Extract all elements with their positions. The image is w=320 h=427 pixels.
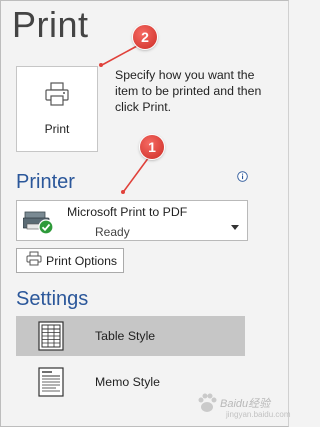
callout-badge-2: 2 [133,25,157,49]
paw-logo-icon [198,393,217,412]
table-style-label: Table Style [95,329,156,343]
table-style-option[interactable]: Table Style [16,316,245,356]
watermark-url: jingyan.baidu.com [226,410,291,419]
printer-dropdown[interactable]: Microsoft Print to PDF Ready [16,200,248,241]
print-button[interactable]: Print [16,66,98,152]
print-options-icon [26,251,42,271]
baidu-watermark: Baidu经验 jingyan.baidu.com [196,392,290,424]
page-title: Print [12,4,89,45]
watermark-text: Baidu经验 [220,398,271,410]
memo-style-label: Memo Style [95,375,160,389]
memo-style-icon [38,367,64,402]
print-button-label: Print [44,122,70,136]
callout-badge-1: 1 [140,135,164,159]
table-style-icon [38,321,64,356]
chevron-down-icon [231,217,239,235]
print-instructions: Specify how you want the item to be prin… [115,68,262,114]
printer-name: Microsoft Print to PDF [67,205,188,219]
print-options-button[interactable]: Print Options [16,248,124,273]
settings-section-title: Settings [16,288,89,310]
printer-section-title: Printer [16,171,75,193]
info-icon[interactable] [237,169,248,187]
printer-ready-icon [22,208,59,241]
printer-icon [44,81,70,112]
printer-status: Ready [95,225,130,239]
print-options-label: Print Options [46,253,118,268]
